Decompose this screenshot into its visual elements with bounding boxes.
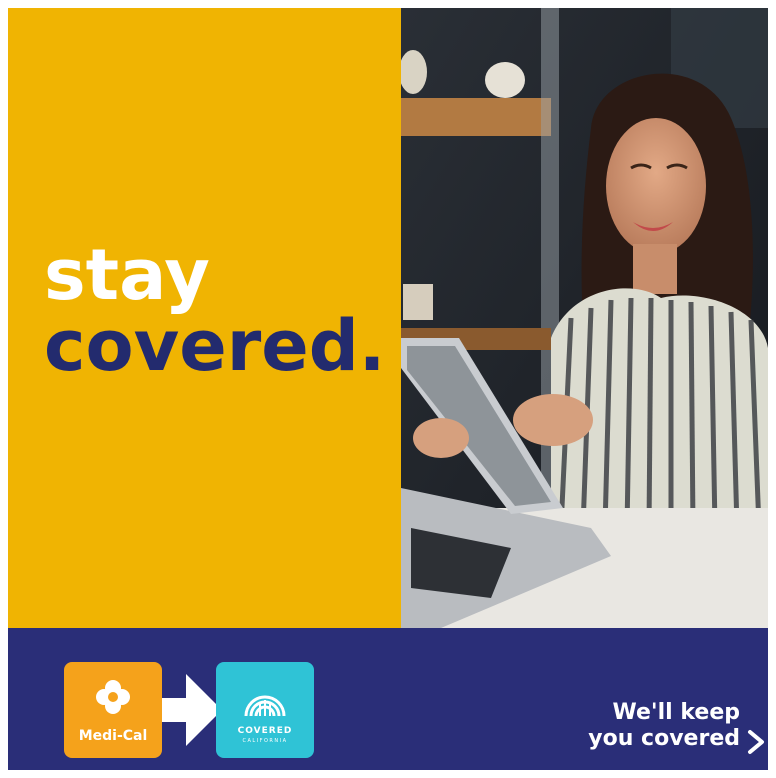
- cta-line-1: We'll keep: [612, 700, 740, 725]
- california-label: CALIFORNIA: [242, 738, 288, 744]
- covered-california-logo: COVERED CALIFORNIA: [216, 662, 314, 758]
- right-arrow-icon: [162, 674, 222, 746]
- medi-cal-label: Medi-Cal: [78, 728, 148, 744]
- woman-using-tablet-photo: [401, 8, 768, 628]
- ad-banner: stay covered.: [8, 8, 768, 770]
- headline-line-1: stay: [44, 234, 210, 316]
- covered-label: COVERED: [237, 726, 293, 736]
- headline-line-2: covered.: [44, 305, 386, 388]
- poppy-flower-icon: [96, 680, 130, 714]
- medi-cal-logo: Medi-Cal: [64, 662, 162, 758]
- chevron-right-icon[interactable]: [744, 728, 768, 756]
- covered-california-emblem-icon: [244, 695, 286, 717]
- photo-illustration: [401, 8, 768, 628]
- headline: stay covered.: [44, 234, 386, 388]
- cta-text[interactable]: We'll keep you covered: [588, 700, 740, 753]
- cta-line-2: you covered: [588, 726, 740, 752]
